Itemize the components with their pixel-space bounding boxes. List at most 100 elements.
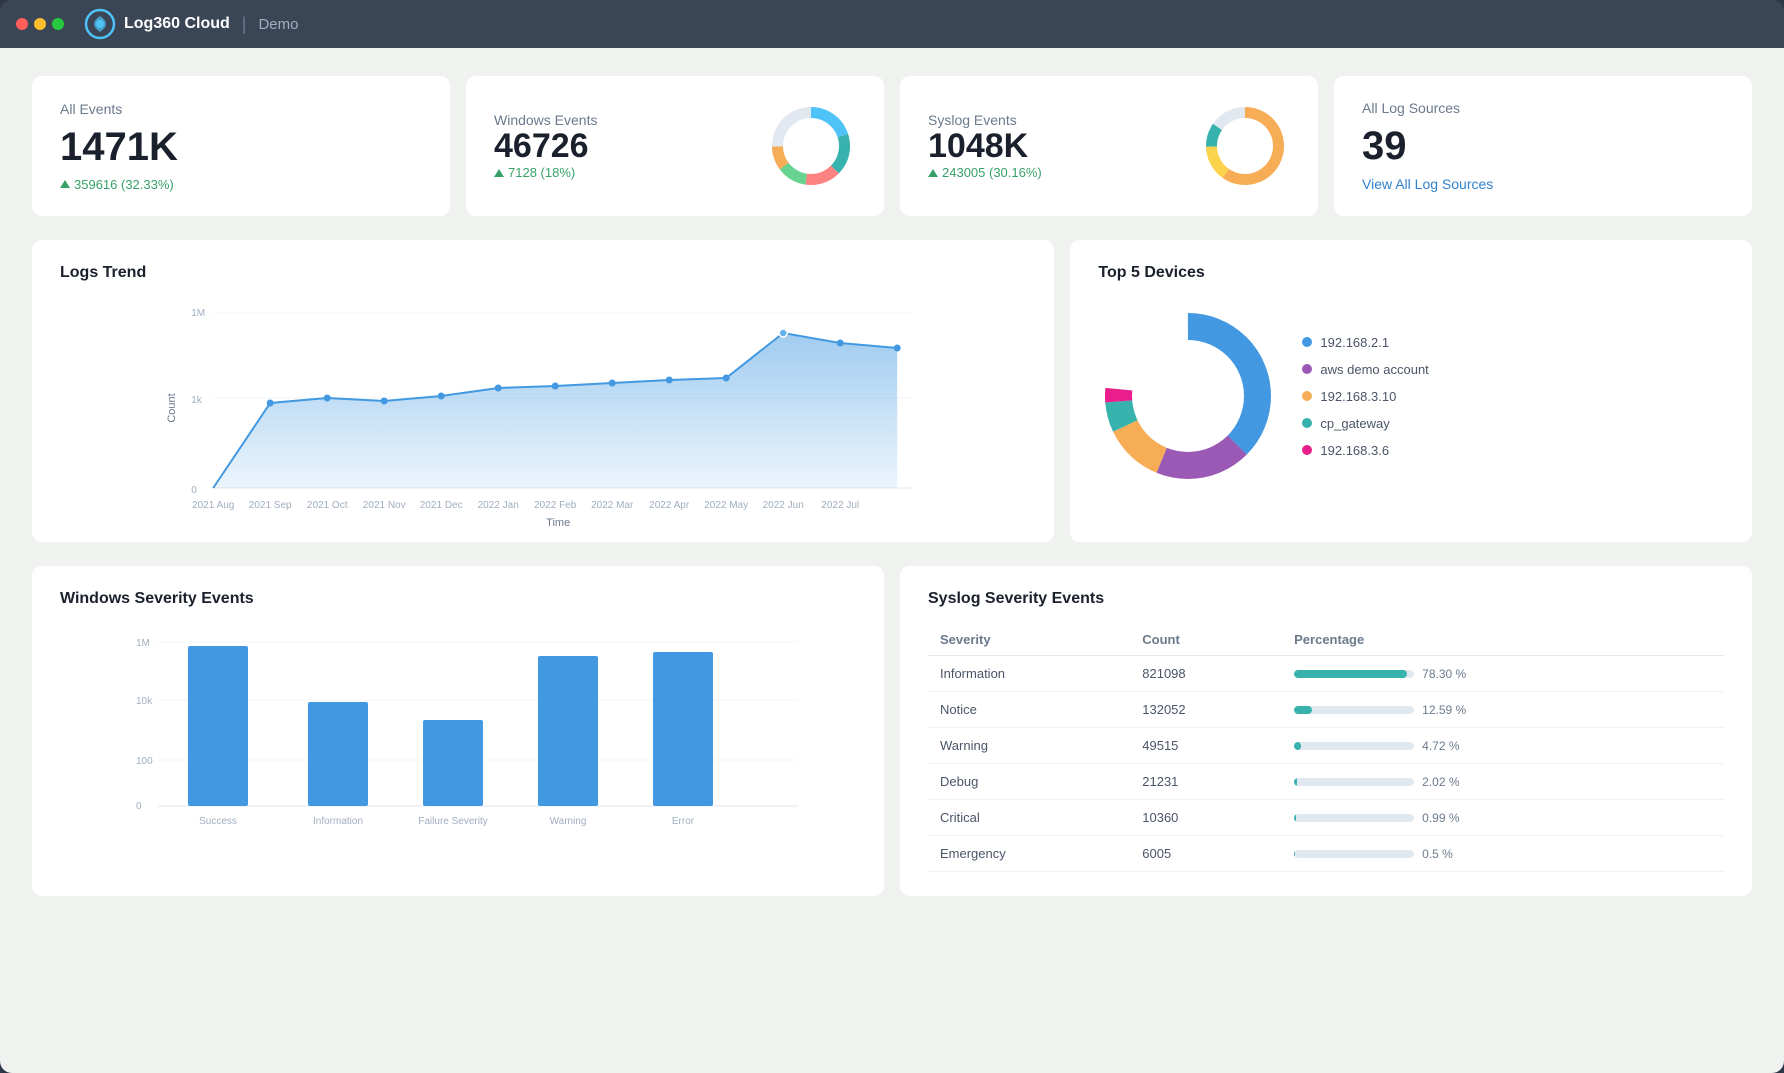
windows-severity-chart: 1M 10k 100 0 (60, 624, 856, 849)
severity-cell: Emergency (928, 836, 1130, 872)
data-point (552, 383, 559, 390)
windows-severity-title: Windows Severity Events (60, 590, 856, 608)
charts-row: Logs Trend 1M 1k 0 (32, 240, 1752, 542)
view-all-log-sources-link[interactable]: View All Log Sources (1362, 176, 1724, 192)
data-point (495, 385, 502, 392)
top5-donut-container: 192.168.2.1 aws demo account 192.168.3.1… (1098, 298, 1724, 486)
legend-item: 192.168.3.10 (1302, 389, 1428, 404)
legend-dot-icon (1302, 418, 1312, 428)
main-content: All Events 1471K 359616 (32.33%) Windows… (0, 48, 1784, 1073)
all-events-card: All Events 1471K 359616 (32.33%) (32, 76, 450, 216)
legend-dot-icon (1302, 364, 1312, 374)
pct-cell: 12.59 % (1282, 692, 1724, 728)
windows-events-change: 7128 (18%) (494, 165, 597, 180)
all-log-sources-card: All Log Sources 39 View All Log Sources (1334, 76, 1752, 216)
bar-warning (538, 656, 598, 806)
minimize-button[interactable] (34, 18, 46, 30)
count-cell: 10360 (1130, 800, 1282, 836)
legend-label: aws demo account (1320, 362, 1428, 377)
legend-label: cp_gateway (1320, 416, 1389, 431)
data-point (609, 380, 616, 387)
legend-label: 192.168.2.1 (1320, 335, 1389, 350)
svg-text:2022 Jun: 2022 Jun (763, 500, 804, 511)
table-row: Notice 132052 12.59 % (928, 692, 1724, 728)
svg-text:100: 100 (136, 756, 153, 767)
all-log-sources-value: 39 (1362, 124, 1724, 168)
pct-cell: 0.99 % (1282, 800, 1724, 836)
table-row: Information 821098 78.30 % (928, 656, 1724, 692)
area-fill (213, 333, 897, 488)
severity-cell: Debug (928, 764, 1130, 800)
app-window: Log360 Cloud | Demo All Events 1471K 359… (0, 0, 1784, 1073)
bar-error (653, 652, 713, 806)
data-point (894, 345, 901, 352)
windows-events-card: Windows Events 46726 7128 (18%) (466, 76, 884, 216)
brand-name: Log360 Cloud (124, 15, 230, 33)
svg-text:Time: Time (546, 517, 570, 528)
svg-text:2021 Nov: 2021 Nov (363, 500, 406, 511)
brand-demo: Demo (258, 16, 298, 33)
legend-item: 192.168.2.1 (1302, 335, 1428, 350)
data-point (324, 395, 331, 402)
table-row: Emergency 6005 0.5 % (928, 836, 1724, 872)
svg-text:2021 Dec: 2021 Dec (420, 500, 463, 511)
windows-events-text: Windows Events 46726 7128 (18%) (494, 112, 597, 180)
close-button[interactable] (16, 18, 28, 30)
svg-text:2022 Mar: 2022 Mar (591, 500, 634, 511)
svg-text:2022 Feb: 2022 Feb (534, 500, 577, 511)
svg-text:2021 Aug: 2021 Aug (192, 500, 234, 511)
bar-failure (423, 720, 483, 806)
svg-text:1M: 1M (191, 308, 205, 319)
table-row: Warning 49515 4.72 % (928, 728, 1724, 764)
svg-text:2021 Sep: 2021 Sep (249, 500, 292, 511)
svg-text:Failure Severity: Failure Severity (418, 816, 487, 827)
legend-item: aws demo account (1302, 362, 1428, 377)
top5-devices-card: Top 5 Devices (1070, 240, 1752, 542)
windows-events-label: Windows Events (494, 112, 597, 128)
legend-dot-icon (1302, 337, 1312, 347)
trend-up-icon (928, 169, 938, 177)
svg-text:0: 0 (191, 485, 197, 496)
all-events-label: All Events (60, 101, 422, 117)
legend-item: 192.168.3.6 (1302, 443, 1428, 458)
syslog-events-change: 243005 (30.16%) (928, 165, 1042, 180)
syslog-events-text: Syslog Events 1048K 243005 (30.16%) (928, 112, 1042, 180)
syslog-events-card: Syslog Events 1048K 243005 (30.16%) (900, 76, 1318, 216)
svg-text:2022 Jul: 2022 Jul (821, 500, 859, 511)
brand-divider: | (242, 14, 247, 35)
legend-label: 192.168.3.10 (1320, 389, 1396, 404)
bar-success (188, 646, 248, 806)
syslog-severity-title: Syslog Severity Events (928, 590, 1724, 608)
syslog-events-value: 1048K (928, 128, 1042, 165)
svg-text:2022 Apr: 2022 Apr (649, 500, 690, 511)
svg-text:0: 0 (136, 801, 142, 812)
syslog-severity-card: Syslog Severity Events Severity Count Pe… (900, 566, 1752, 896)
table-row: Critical 10360 0.99 % (928, 800, 1724, 836)
legend-dot-icon (1302, 445, 1312, 455)
count-cell: 821098 (1130, 656, 1282, 692)
severity-cell: Warning (928, 728, 1130, 764)
fullscreen-button[interactable] (52, 18, 64, 30)
brand: Log360 Cloud | Demo (84, 8, 298, 40)
all-log-sources-label: All Log Sources (1362, 100, 1724, 116)
count-cell: 6005 (1130, 836, 1282, 872)
svg-text:10k: 10k (136, 696, 153, 707)
pct-cell: 4.72 % (1282, 728, 1724, 764)
legend-dot-icon (1302, 391, 1312, 401)
svg-text:Error: Error (672, 816, 695, 827)
col-severity: Severity (928, 624, 1130, 656)
bar-information (308, 702, 368, 806)
svg-text:Success: Success (199, 816, 237, 827)
data-point (267, 400, 274, 407)
table-row: Debug 21231 2.02 % (928, 764, 1724, 800)
traffic-lights (16, 18, 64, 30)
top5-donut-svg (1098, 306, 1278, 486)
count-cell: 21231 (1130, 764, 1282, 800)
data-point (837, 340, 844, 347)
svg-text:1k: 1k (191, 395, 203, 406)
svg-text:Count: Count (166, 393, 178, 422)
logs-trend-chart: 1M 1k 0 (60, 298, 1026, 518)
svg-text:Information: Information (313, 816, 363, 827)
table-header-row: Severity Count Percentage (928, 624, 1724, 656)
windows-donut-chart (766, 101, 856, 191)
